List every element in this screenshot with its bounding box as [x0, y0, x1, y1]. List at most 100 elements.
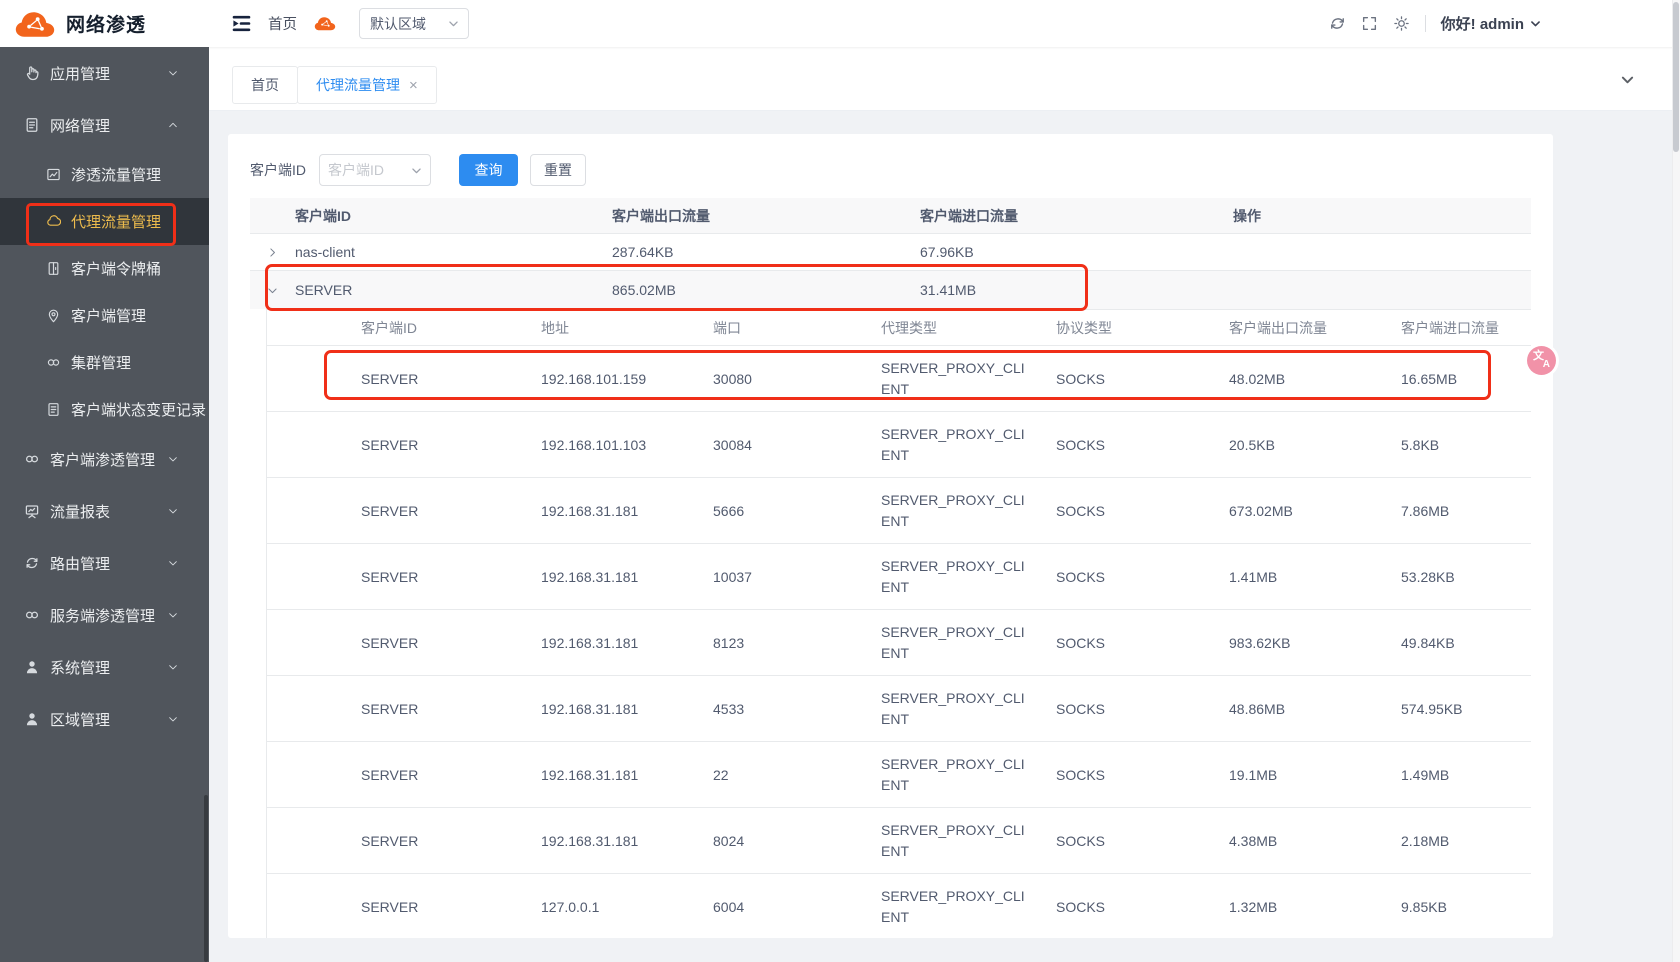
subtable-cell: SOCKS — [1056, 635, 1229, 651]
sidebar-item[interactable]: 系统管理 — [0, 641, 209, 693]
subtable-cell: SOCKS — [1056, 833, 1229, 849]
subtable-cell: 192.168.31.181 — [541, 701, 713, 717]
sidebar-item[interactable]: 服务端渗透管理 — [0, 589, 209, 641]
sidebar-item-label: 客户端令牌桶 — [71, 258, 161, 279]
sidebar-item[interactable]: 路由管理 — [0, 537, 209, 589]
close-icon[interactable]: × — [409, 78, 418, 93]
sidebar-item-label: 网络管理 — [50, 115, 110, 136]
subtable-cell: SOCKS — [1056, 701, 1229, 717]
subtable-row: SERVER192.168.31.1814533SERVER_PROXY_CLI… — [267, 676, 1531, 742]
sidebar-item[interactable]: 渗透流量管理 — [0, 151, 209, 198]
subtable-cell: 574.95KB — [1401, 701, 1531, 717]
subtable-cell: 30080 — [713, 371, 881, 387]
subtable-cell: SOCKS — [1056, 767, 1229, 783]
table-header: 客户端ID客户端出口流量客户端进口流量操作 — [250, 198, 1531, 234]
region-select[interactable]: 默认区域 — [359, 8, 469, 39]
sidebar-item[interactable]: 应用管理 — [0, 47, 209, 99]
subtable-row: SERVER192.168.101.10330084SERVER_PROXY_C… — [267, 412, 1531, 478]
table-row: SERVER 865.02MB 31.41MB — [250, 271, 1531, 309]
subtable-cell: SERVER_PROXY_CLIENT — [881, 424, 1056, 466]
chevron-down-icon[interactable] — [266, 284, 279, 297]
tab-label: 首页 — [251, 75, 279, 95]
column-header: 客户端进口流量 — [920, 206, 1233, 226]
subtable-cell: SERVER — [267, 899, 541, 915]
subtable-cell: SERVER_PROXY_CLIENT — [881, 886, 1056, 928]
subtable-column-header: 客户端出口流量 — [1229, 318, 1401, 338]
subtable-cell: SERVER — [267, 635, 541, 651]
sidebar-item[interactable]: 客户端状态变更记录 — [0, 386, 209, 433]
subtable-cell: 16.65MB — [1401, 371, 1531, 387]
sidebar-scrollbar-thumb[interactable] — [204, 795, 208, 962]
subtable-cell: SERVER — [267, 437, 541, 453]
tab[interactable]: 代理流量管理 × — [297, 66, 437, 104]
fullscreen-icon[interactable] — [1361, 15, 1378, 32]
user-icon — [24, 711, 40, 727]
tab-label: 代理流量管理 — [316, 75, 400, 95]
subtable-cell: 192.168.31.181 — [541, 635, 713, 651]
subtable-body: SERVER192.168.101.15930080SERVER_PROXY_C… — [267, 346, 1531, 938]
subtable-cell: SERVER_PROXY_CLIENT — [881, 754, 1056, 796]
subtable-row: SERVER192.168.31.18122SERVER_PROXY_CLIEN… — [267, 742, 1531, 808]
cell-in-traffic: 67.96KB — [920, 244, 1233, 260]
sidebar-item[interactable]: 区域管理 — [0, 693, 209, 745]
sidebar-item[interactable]: 网络管理 — [0, 99, 209, 151]
chevron-down-icon — [167, 453, 179, 465]
chevron-down-icon — [167, 557, 179, 569]
user-menu[interactable]: 你好! admin — [1441, 13, 1542, 34]
chevron-down-icon — [167, 713, 179, 725]
subtable-column-header: 客户端ID — [267, 318, 541, 338]
collapse-menu-icon[interactable] — [231, 14, 252, 33]
page-scrollbar-track — [1672, 0, 1680, 962]
subtable-column-header: 客户端进口流量 — [1401, 318, 1531, 338]
sidebar-item-label: 路由管理 — [50, 553, 110, 574]
reset-button[interactable]: 重置 — [530, 154, 586, 186]
subtable-cell: 1.49MB — [1401, 767, 1531, 783]
sidebar-item[interactable]: 集群管理 — [0, 339, 209, 386]
cell-out-traffic: 287.64KB — [612, 244, 920, 260]
subtable-cell: 48.86MB — [1229, 701, 1401, 717]
subtable-cell: 53.28KB — [1401, 569, 1531, 585]
sidebar-item-label: 流量报表 — [50, 501, 110, 522]
page-scrollbar-thumb[interactable] — [1673, 2, 1679, 152]
subtable-row: SERVER192.168.101.15930080SERVER_PROXY_C… — [267, 346, 1531, 412]
subtable-cell: 192.168.31.181 — [541, 767, 713, 783]
search-label: 客户端ID — [250, 160, 306, 180]
column-header: 客户端ID — [295, 206, 612, 226]
refresh-icon[interactable] — [1329, 15, 1346, 32]
sidebar-item[interactable]: 客户端令牌桶 — [0, 245, 209, 292]
tabs: 首页 代理流量管理 × — [232, 66, 437, 104]
subtable-cell: 22 — [713, 767, 881, 783]
hand-icon — [24, 65, 40, 81]
chevron-up-icon — [167, 119, 179, 131]
subtable-row: SERVER127.0.0.16004SERVER_PROXY_CLIENTSO… — [267, 874, 1531, 938]
query-button[interactable]: 查询 — [459, 154, 518, 186]
sidebar-item[interactable]: 客户端管理 — [0, 292, 209, 339]
tabs-menu-chevron-down-icon[interactable] — [1619, 71, 1636, 93]
sidebar-item[interactable]: 流量报表 — [0, 485, 209, 537]
subtable-row: SERVER192.168.31.1818123SERVER_PROXY_CLI… — [267, 610, 1531, 676]
sidebar-item-label: 代理流量管理 — [71, 211, 161, 232]
subtable-cell: 49.84KB — [1401, 635, 1531, 651]
theme-icon[interactable] — [1393, 15, 1410, 32]
subtable-cell: SOCKS — [1056, 503, 1229, 519]
sidebar-item-label: 渗透流量管理 — [71, 164, 161, 185]
subtable-row: SERVER192.168.31.1815666SERVER_PROXY_CLI… — [267, 478, 1531, 544]
page: 首页 默认区域 你好! admin — [0, 0, 1680, 962]
subtable-cell: SERVER — [267, 371, 541, 387]
tab[interactable]: 首页 — [232, 66, 298, 104]
subtable-cell: SERVER — [267, 569, 541, 585]
subtable-cell: 2.18MB — [1401, 833, 1531, 849]
client-id-select[interactable]: 客户端ID — [319, 154, 431, 186]
subtable-cell: SERVER_PROXY_CLIENT — [881, 358, 1056, 400]
table-body: nas-client 287.64KB 67.96KB SERVER 865.0… — [250, 234, 1531, 309]
subtable-cell: 6004 — [713, 899, 881, 915]
sidebar-item[interactable]: 客户端渗透管理 — [0, 433, 209, 485]
translate-badge[interactable]: 文 A — [1527, 346, 1556, 375]
sidebar-item[interactable]: 代理流量管理 — [0, 198, 209, 245]
subtable-row: SERVER192.168.31.1818024SERVER_PROXY_CLI… — [267, 808, 1531, 874]
sidebar: 网络渗透 应用管理 网络管理 渗透流量管理 代理流量管理 客户端令牌桶 客户端管… — [0, 0, 209, 962]
chevron-right-icon[interactable] — [266, 246, 279, 259]
tabstrip: 首页 代理流量管理 × — [209, 47, 1672, 111]
breadcrumb[interactable]: 首页 — [268, 13, 297, 34]
chevron-down-icon — [167, 661, 179, 673]
